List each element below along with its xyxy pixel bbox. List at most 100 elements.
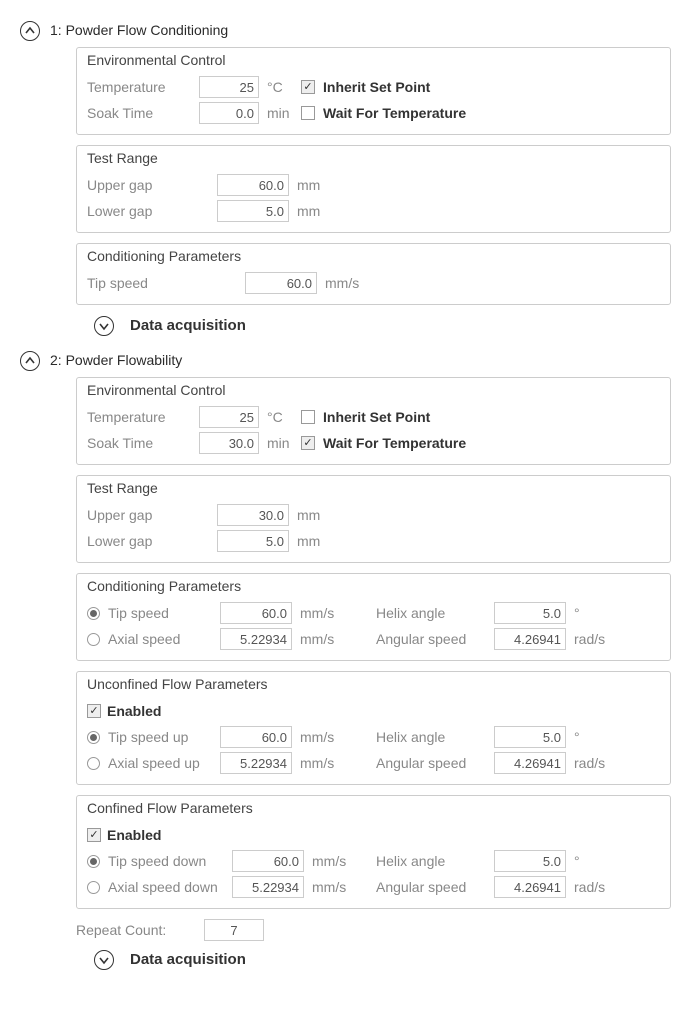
unit-deg: ° bbox=[574, 605, 618, 621]
axial-speed-up-radio[interactable] bbox=[87, 757, 100, 770]
unit-deg: ° bbox=[574, 853, 618, 869]
data-acquisition-label[interactable]: Data acquisition bbox=[130, 951, 246, 968]
unit-rads: rad/s bbox=[574, 879, 618, 895]
axial-speed-up-input[interactable] bbox=[220, 752, 292, 774]
lower-gap-input[interactable] bbox=[217, 530, 289, 552]
inherit-set-point-checkbox[interactable] bbox=[301, 80, 315, 94]
wait-for-temperature-label: Wait For Temperature bbox=[323, 105, 466, 121]
unit-deg: ° bbox=[574, 729, 618, 745]
unit-mms: mm/s bbox=[300, 631, 350, 647]
tip-speed-up-input[interactable] bbox=[220, 726, 292, 748]
lower-gap-label: Lower gap bbox=[87, 203, 209, 219]
group-test-range-2: Test Range Upper gap mm Lower gap mm bbox=[76, 475, 671, 563]
group-legend: Conditioning Parameters bbox=[87, 578, 660, 594]
section1-title: 1: Powder Flow Conditioning bbox=[50, 20, 228, 38]
repeat-count-input[interactable] bbox=[204, 919, 264, 941]
angular-speed-input[interactable] bbox=[494, 628, 566, 650]
unit-mm: mm bbox=[297, 507, 341, 523]
helix-angle-input[interactable] bbox=[494, 850, 566, 872]
helix-angle-input[interactable] bbox=[494, 726, 566, 748]
soak-time-input[interactable] bbox=[199, 432, 259, 454]
tip-speed-up-label: Tip speed up bbox=[108, 729, 212, 745]
unit-mm: mm bbox=[297, 177, 341, 193]
group-unconfined-flow: Unconfined Flow Parameters Enabled Tip s… bbox=[76, 671, 671, 785]
tip-speed-down-label: Tip speed down bbox=[108, 853, 224, 869]
axial-speed-down-input[interactable] bbox=[232, 876, 304, 898]
axial-speed-label: Axial speed bbox=[108, 631, 212, 647]
tip-speed-input[interactable] bbox=[245, 272, 317, 294]
unit-rads: rad/s bbox=[574, 755, 618, 771]
helix-angle-label: Helix angle bbox=[376, 605, 486, 621]
unit-mm: mm bbox=[297, 203, 341, 219]
group-legend: Confined Flow Parameters bbox=[87, 800, 660, 816]
unit-mms: mm/s bbox=[300, 755, 350, 771]
temperature-input[interactable] bbox=[199, 406, 259, 428]
repeat-count-label: Repeat Count: bbox=[76, 922, 194, 938]
axial-speed-up-label: Axial speed up bbox=[108, 755, 212, 771]
inherit-set-point-checkbox[interactable] bbox=[301, 410, 315, 424]
axial-speed-input[interactable] bbox=[220, 628, 292, 650]
collapse-section2-icon[interactable] bbox=[20, 351, 40, 371]
inherit-set-point-label: Inherit Set Point bbox=[323, 409, 430, 425]
unit-min: min bbox=[267, 105, 293, 121]
soak-time-input[interactable] bbox=[199, 102, 259, 124]
unit-mms: mm/s bbox=[312, 879, 362, 895]
group-legend: Unconfined Flow Parameters bbox=[87, 676, 660, 692]
upper-gap-input[interactable] bbox=[217, 174, 289, 196]
axial-speed-down-radio[interactable] bbox=[87, 881, 100, 894]
group-conditioning-params-1: Conditioning Parameters Tip speed mm/s bbox=[76, 243, 671, 305]
tip-speed-input[interactable] bbox=[220, 602, 292, 624]
helix-angle-label: Helix angle bbox=[376, 729, 486, 745]
upper-gap-input[interactable] bbox=[217, 504, 289, 526]
unit-c: °C bbox=[267, 409, 293, 425]
group-env-control-2: Environmental Control Temperature °C Inh… bbox=[76, 377, 671, 465]
unconfined-enabled-label: Enabled bbox=[107, 703, 161, 719]
lower-gap-label: Lower gap bbox=[87, 533, 209, 549]
confined-enabled-checkbox[interactable] bbox=[87, 828, 101, 842]
expand-data-acquisition-1-icon[interactable] bbox=[94, 316, 114, 336]
group-confined-flow: Confined Flow Parameters Enabled Tip spe… bbox=[76, 795, 671, 909]
unit-mms: mm/s bbox=[312, 853, 362, 869]
tip-speed-label: Tip speed bbox=[108, 605, 212, 621]
group-env-control-1: Environmental Control Temperature °C Inh… bbox=[76, 47, 671, 135]
unconfined-enabled-checkbox[interactable] bbox=[87, 704, 101, 718]
tip-speed-radio[interactable] bbox=[87, 607, 100, 620]
angular-speed-label: Angular speed bbox=[376, 755, 486, 771]
soak-time-label: Soak Time bbox=[87, 435, 191, 451]
axial-speed-radio[interactable] bbox=[87, 633, 100, 646]
collapse-section1-icon[interactable] bbox=[20, 21, 40, 41]
soak-time-label: Soak Time bbox=[87, 105, 191, 121]
unit-mms: mm/s bbox=[300, 729, 350, 745]
wait-for-temperature-checkbox[interactable] bbox=[301, 106, 315, 120]
wait-for-temperature-checkbox[interactable] bbox=[301, 436, 315, 450]
group-legend: Test Range bbox=[87, 150, 660, 166]
helix-angle-input[interactable] bbox=[494, 602, 566, 624]
section2-title: 2: Powder Flowability bbox=[50, 350, 182, 368]
angular-speed-input[interactable] bbox=[494, 752, 566, 774]
helix-angle-label: Helix angle bbox=[376, 853, 486, 869]
angular-speed-label: Angular speed bbox=[376, 631, 486, 647]
upper-gap-label: Upper gap bbox=[87, 177, 209, 193]
tip-speed-down-radio[interactable] bbox=[87, 855, 100, 868]
data-acquisition-label[interactable]: Data acquisition bbox=[130, 317, 246, 334]
wait-for-temperature-label: Wait For Temperature bbox=[323, 435, 466, 451]
unit-mms: mm/s bbox=[325, 275, 375, 291]
unit-min: min bbox=[267, 435, 293, 451]
angular-speed-label: Angular speed bbox=[376, 879, 486, 895]
group-legend: Conditioning Parameters bbox=[87, 248, 660, 264]
confined-enabled-label: Enabled bbox=[107, 827, 161, 843]
group-legend: Environmental Control bbox=[87, 52, 660, 68]
unit-mm: mm bbox=[297, 533, 341, 549]
lower-gap-input[interactable] bbox=[217, 200, 289, 222]
tip-speed-down-input[interactable] bbox=[232, 850, 304, 872]
unit-c: °C bbox=[267, 79, 293, 95]
angular-speed-input[interactable] bbox=[494, 876, 566, 898]
unit-rads: rad/s bbox=[574, 631, 618, 647]
temperature-input[interactable] bbox=[199, 76, 259, 98]
unit-mms: mm/s bbox=[300, 605, 350, 621]
group-legend: Test Range bbox=[87, 480, 660, 496]
axial-speed-down-label: Axial speed down bbox=[108, 879, 224, 895]
upper-gap-label: Upper gap bbox=[87, 507, 209, 523]
tip-speed-up-radio[interactable] bbox=[87, 731, 100, 744]
expand-data-acquisition-2-icon[interactable] bbox=[94, 950, 114, 970]
